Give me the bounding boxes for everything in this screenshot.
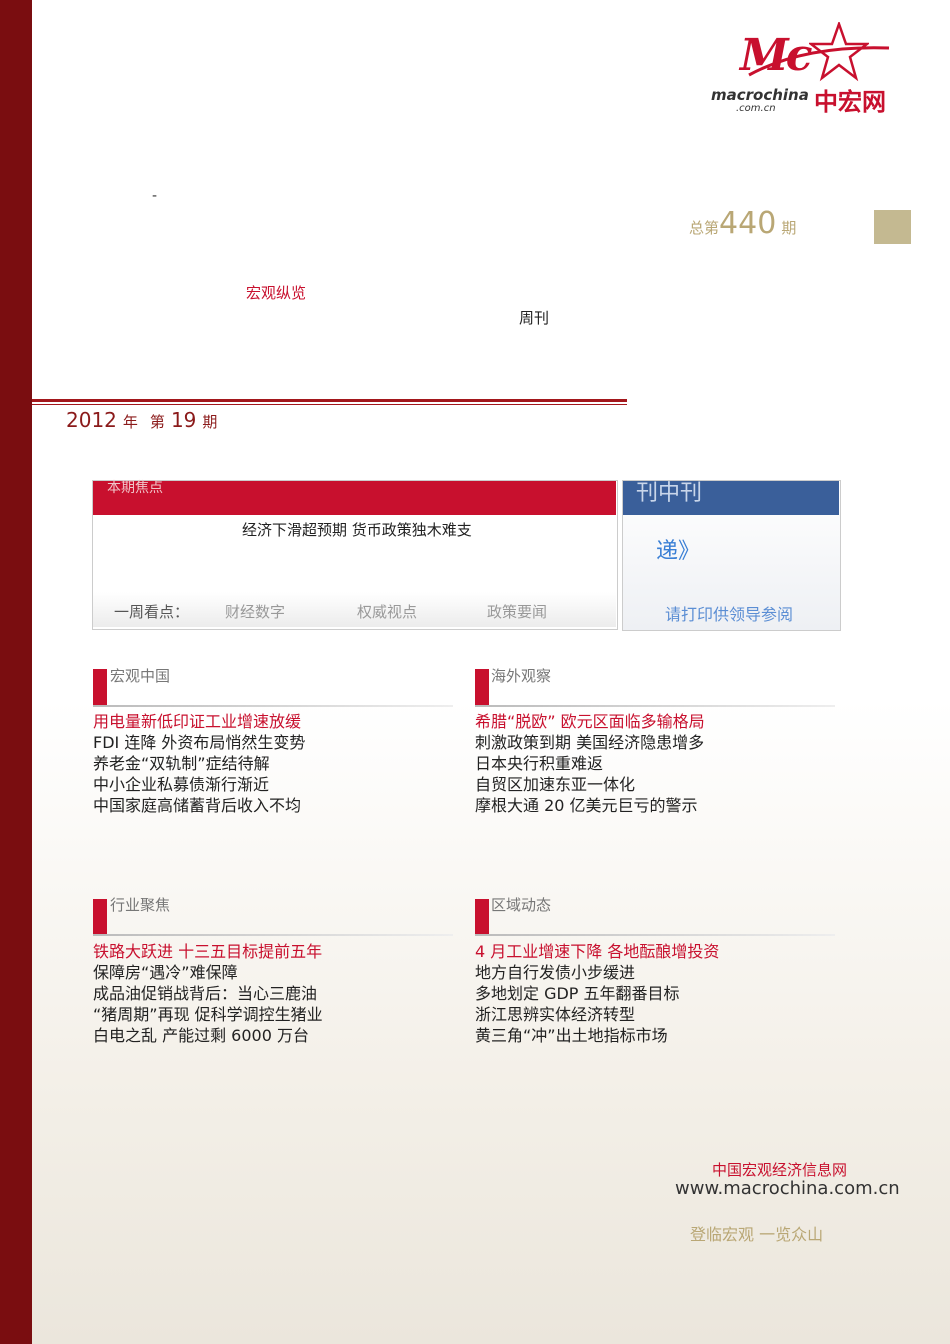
- list-item[interactable]: 白电之乱 产能过剩 6000 万台: [93, 1025, 323, 1046]
- focus-headline[interactable]: 经济下滑超预期 货币政策独木难支: [242, 519, 472, 540]
- total-issue-number: 总第440 期: [689, 206, 797, 241]
- supplement-label: 刊中刊: [636, 481, 703, 506]
- section-marker: [475, 899, 489, 935]
- issue-date: 2012 年第 19 期: [66, 408, 218, 432]
- section-rule: [475, 934, 835, 936]
- section-rule: [475, 705, 835, 707]
- list-item[interactable]: 黄三角“冲”出土地指标市场: [475, 1025, 719, 1046]
- section-title-regional: 区域动态: [491, 896, 552, 914]
- list-item[interactable]: 地方自行发债小步缓进: [475, 962, 719, 983]
- list-item[interactable]: 自贸区加速东亚一体化: [475, 774, 705, 795]
- divider-thick: [32, 399, 627, 402]
- decorative-square: [874, 210, 911, 244]
- list-item[interactable]: 用电量新低印证工业增速放缓: [93, 711, 305, 732]
- focus-header-bar: [93, 481, 616, 515]
- article-list-overseas: 希腊“脱欧” 欧元区面临多输格局 刺激政策到期 美国经济隐患增多 日本央行积重难…: [475, 711, 705, 816]
- footer-slogan: 登临宏观 一览众山: [690, 1225, 824, 1244]
- section-rule: [93, 934, 453, 936]
- section-title-overseas: 海外观察: [491, 667, 552, 685]
- list-item[interactable]: “猪周期”再现 促科学调控生猪业: [93, 1004, 323, 1025]
- weekly-label: 一周看点：: [114, 603, 190, 621]
- logo-domain: .com.cn: [736, 103, 776, 114]
- supplement-arrow[interactable]: 递》: [656, 533, 700, 565]
- list-item[interactable]: 铁路大跃进 十三五目标提前五年: [93, 941, 323, 962]
- focus-label: 本期焦点: [107, 480, 163, 496]
- header-dash: -: [152, 188, 158, 204]
- list-item[interactable]: 浙江思辨实体经济转型: [475, 1004, 719, 1025]
- logo-swoosh: [748, 46, 890, 77]
- footer-url-link[interactable]: www.macrochina.com.cn: [675, 1178, 900, 1199]
- section-rule: [93, 705, 453, 707]
- list-item[interactable]: 摩根大通 20 亿美元巨亏的警示: [475, 795, 705, 816]
- list-item[interactable]: 希腊“脱欧” 欧元区面临多输格局: [475, 711, 705, 732]
- section-title-industry: 行业聚焦: [110, 896, 171, 914]
- logo-english: macrochina: [711, 86, 809, 104]
- weekly-item-finance-numbers[interactable]: 财经数字: [225, 601, 285, 622]
- logo-panel[interactable]: Mc macrochina .com.cn 中宏网: [689, 0, 911, 135]
- section-marker: [93, 669, 107, 705]
- list-item[interactable]: 中小企业私募债渐行渐近: [93, 774, 305, 795]
- list-item[interactable]: 日本央行积重难返: [475, 753, 705, 774]
- supplement-note: 请打印供领导参阅: [665, 605, 794, 624]
- list-item[interactable]: 中国家庭高储蓄背后收入不均: [93, 795, 305, 816]
- weekly-item-authority-views[interactable]: 权威视点: [357, 601, 417, 622]
- list-item[interactable]: 保障房“遇冷”难保障: [93, 962, 323, 983]
- divider-thin: [32, 404, 627, 405]
- list-item[interactable]: 养老金“双轨制”症结待解: [93, 753, 305, 774]
- weekly-item-policy-news[interactable]: 政策要闻: [487, 601, 547, 622]
- logo-chinese: 中宏网: [814, 88, 886, 116]
- section-marker: [93, 899, 107, 935]
- article-list-industry: 铁路大跃进 十三五目标提前五年 保障房“遇冷”难保障 成品油促销战背后：当心三鹿…: [93, 941, 323, 1046]
- section-marker: [475, 669, 489, 705]
- list-item[interactable]: FDI 连降 外资布局悄然生变势: [93, 732, 305, 753]
- article-list-macro-china: 用电量新低印证工业增速放缓 FDI 连降 外资布局悄然生变势 养老金“双轨制”症…: [93, 711, 305, 816]
- periodical-label: 周刊: [519, 309, 550, 327]
- section-title-macro-china: 宏观中国: [110, 667, 171, 685]
- article-list-regional: 4 月工业增速下降 各地酝酿增投资 地方自行发债小步缓进 多地划定 GDP 五年…: [475, 941, 719, 1046]
- footer-site-name: 中国宏观经济信息网: [712, 1161, 848, 1179]
- list-item[interactable]: 多地划定 GDP 五年翻番目标: [475, 983, 719, 1004]
- left-accent-bar: [0, 0, 32, 1344]
- list-item[interactable]: 4 月工业增速下降 各地酝酿增投资: [475, 941, 719, 962]
- list-item[interactable]: 刺激政策到期 美国经济隐患增多: [475, 732, 705, 753]
- magazine-name: 宏观纵览: [246, 284, 307, 302]
- list-item[interactable]: 成品油促销战背后：当心三鹿油: [93, 983, 323, 1004]
